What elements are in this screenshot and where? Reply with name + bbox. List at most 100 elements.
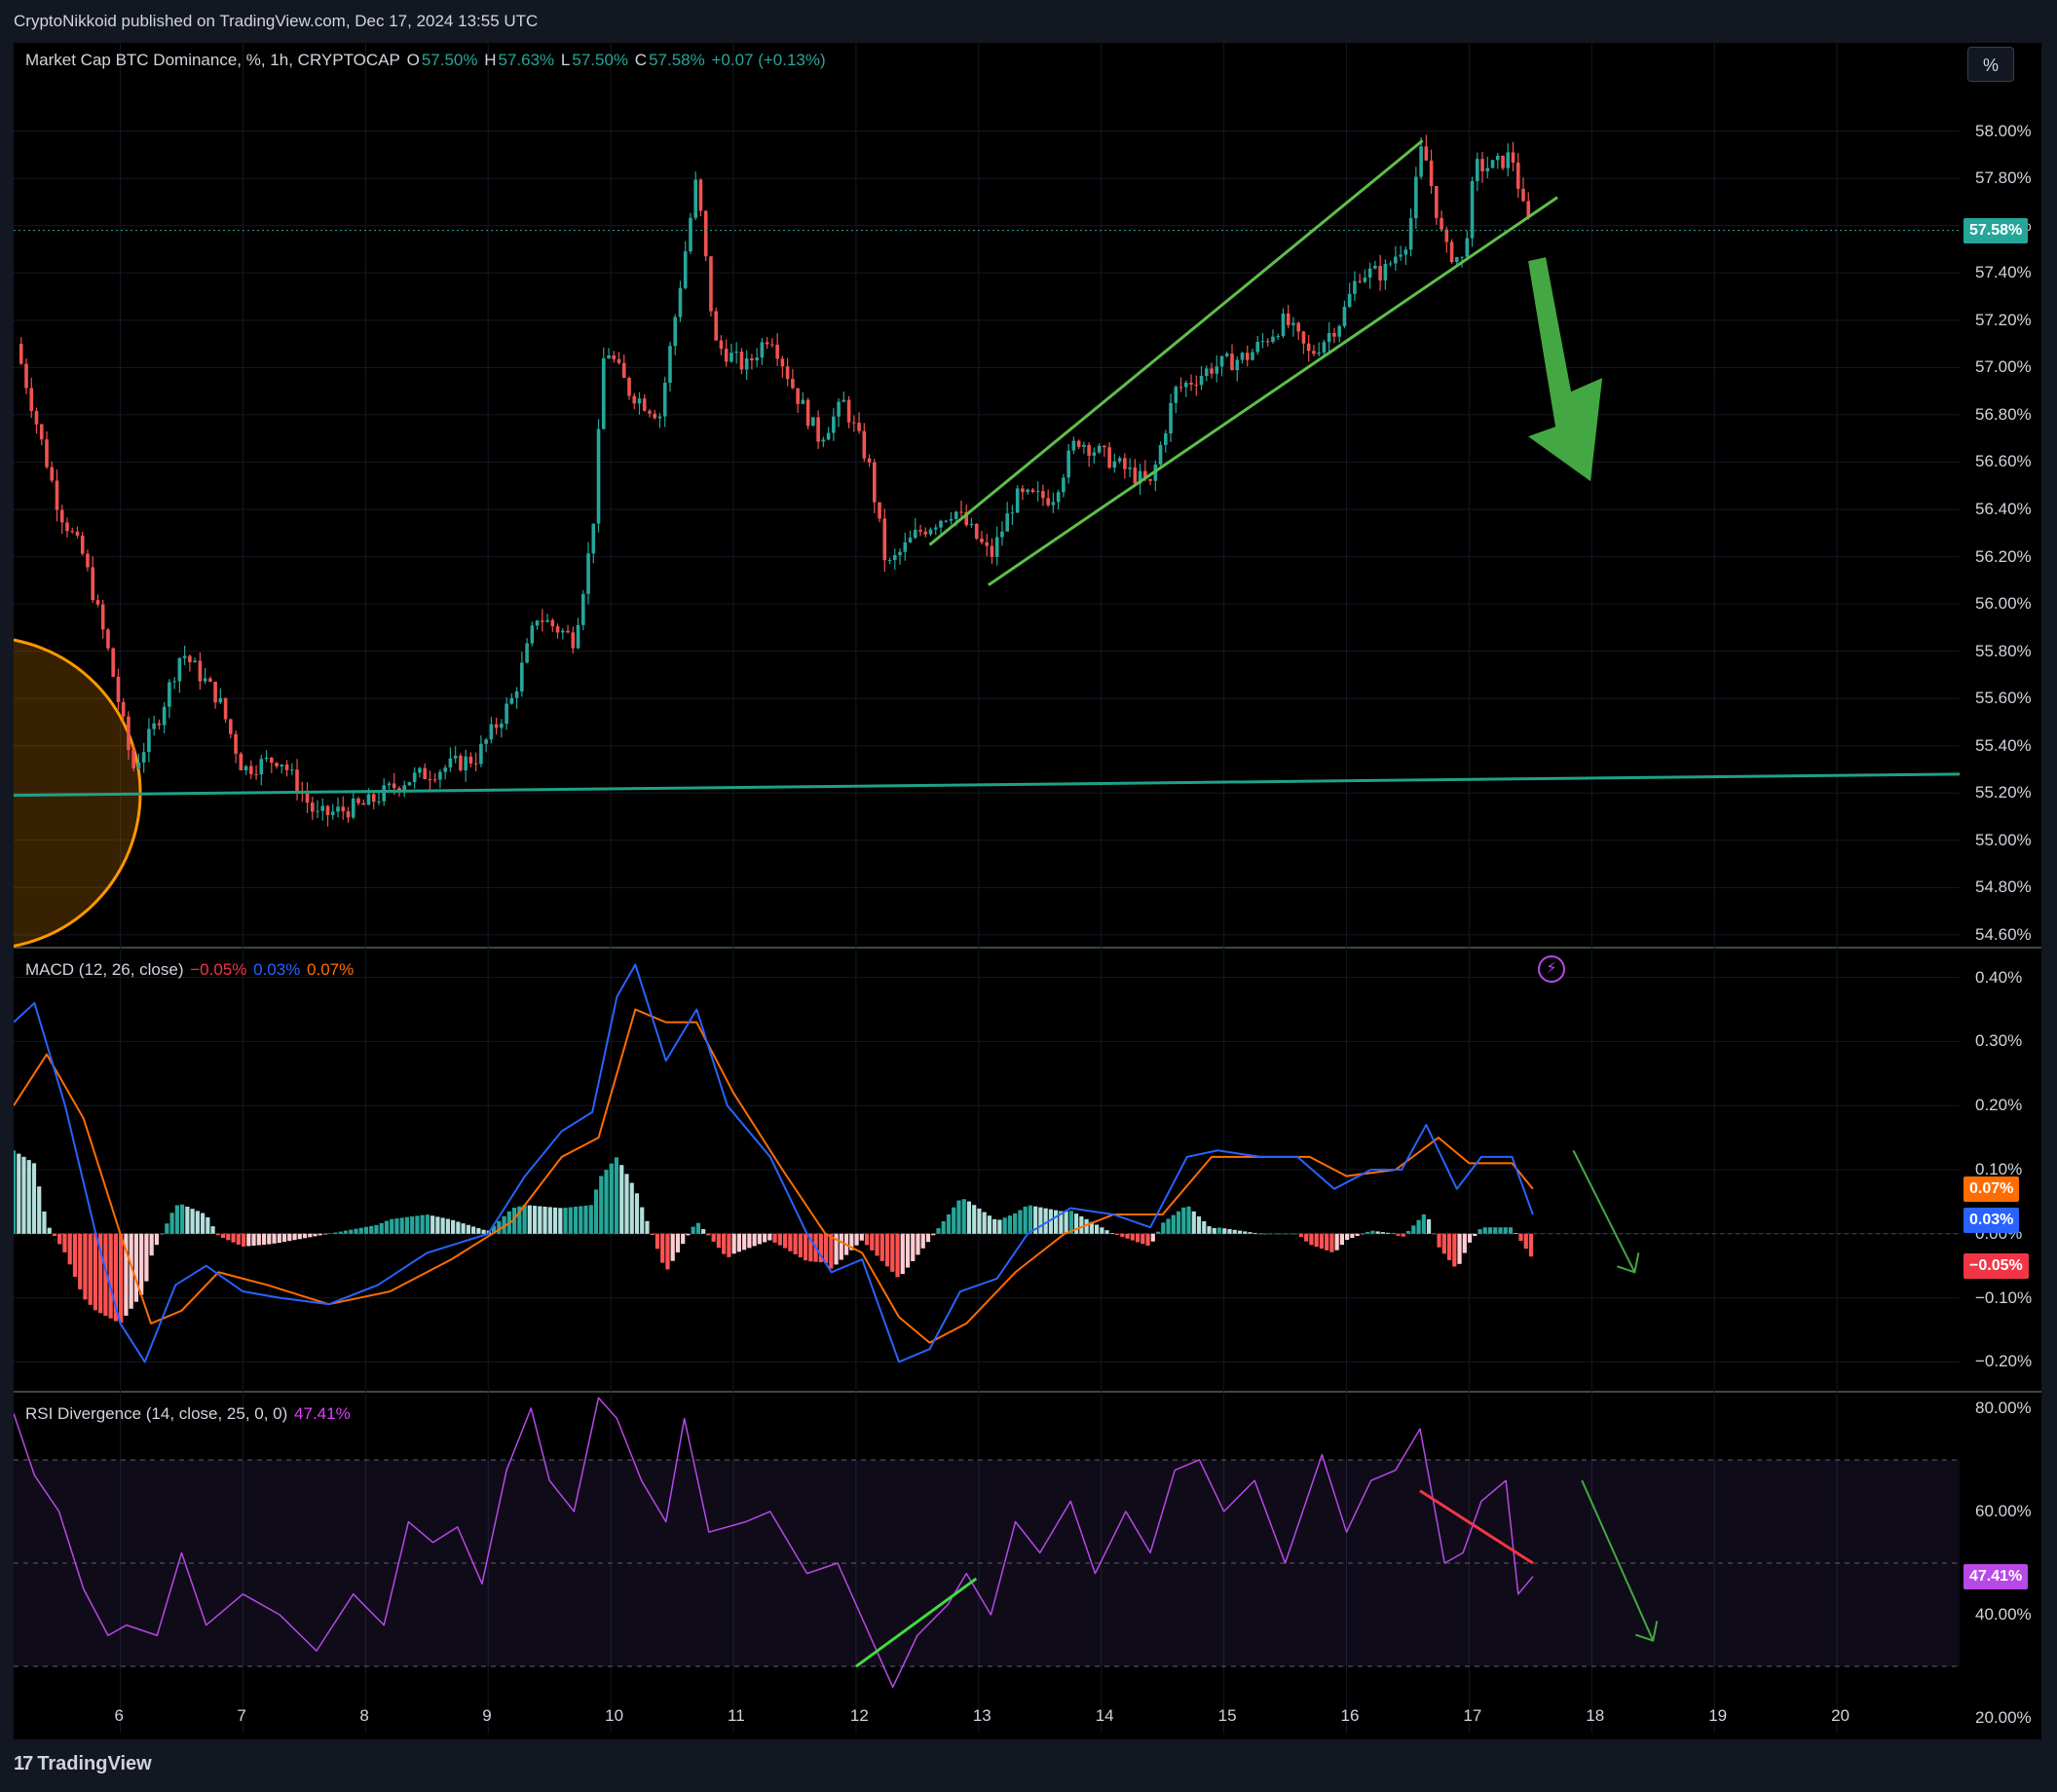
macd-hist-bar — [1514, 1233, 1518, 1234]
candle-body — [19, 344, 23, 364]
x-tick-label: 8 — [359, 1706, 369, 1725]
candle-body — [750, 357, 754, 360]
candle-body — [1317, 353, 1321, 355]
macd-hist-bar — [1411, 1225, 1416, 1234]
candle-body — [862, 430, 867, 459]
macd-hist-tag: −0.05% — [1964, 1252, 2029, 1279]
macd-hist-bar — [1304, 1233, 1309, 1242]
candle-body — [571, 632, 576, 649]
macd-hist-bar — [308, 1233, 313, 1238]
candle-body — [1521, 188, 1525, 202]
macd-hist-bar — [292, 1233, 297, 1241]
macd-hist-bar — [783, 1233, 788, 1249]
lightning-icon[interactable]: ⚡ — [1538, 955, 1565, 983]
macd-hist-bar — [966, 1201, 972, 1234]
candle-body — [1230, 354, 1234, 371]
candle-body — [121, 701, 126, 717]
candle-body — [612, 355, 617, 359]
macd-hist-bar — [579, 1206, 583, 1234]
candle-body — [1189, 382, 1193, 385]
candle-body — [535, 620, 540, 626]
tradingview-logo[interactable]: 17 TradingView — [14, 1753, 152, 1775]
candle-body — [289, 769, 294, 771]
candle-body — [928, 529, 933, 535]
macd-hist-bar — [1161, 1222, 1166, 1234]
macd-hist-bar — [956, 1200, 961, 1234]
macd-line — [14, 963, 1534, 1363]
macd-hist-bar — [165, 1223, 169, 1234]
candle-body — [561, 630, 565, 633]
macd-y-tick-label: −0.10% — [1975, 1288, 2033, 1307]
macd-hist-bar — [404, 1216, 410, 1234]
macd-hist-bar — [226, 1233, 231, 1241]
macd-hist-bar — [328, 1233, 333, 1234]
candle-body — [1399, 254, 1402, 257]
candle-body — [1424, 146, 1429, 161]
candle-body — [755, 357, 759, 360]
candle-body — [468, 756, 473, 764]
brand-name: TradingView — [37, 1753, 152, 1774]
candle-body — [985, 541, 990, 546]
chart-area[interactable]: Market Cap BTC Dominance, %, 1h, CRYPTOC… — [14, 43, 2041, 1739]
candle-body — [1388, 263, 1393, 265]
macd-hist-bar — [246, 1233, 251, 1247]
macd-hist-bar — [272, 1233, 277, 1244]
candle-body — [177, 657, 182, 682]
macd-hist-bar — [410, 1216, 415, 1234]
candle-body — [193, 660, 197, 663]
candle-body — [1174, 387, 1178, 403]
macd-hist-bar — [206, 1216, 210, 1234]
macd-hist-bar — [854, 1233, 859, 1246]
symbol-name: Market Cap BTC Dominance, %, 1h, CRYPTOC… — [25, 51, 400, 69]
candle-body — [1062, 477, 1066, 493]
macd-y-tick-label: 0.20% — [1975, 1096, 2023, 1115]
macd-hist-bar — [1171, 1214, 1176, 1234]
rsi-y-tick-label: 40.00% — [1975, 1605, 2032, 1624]
y-tick-label: 57.00% — [1975, 357, 2032, 377]
candle-body — [596, 429, 601, 524]
candle-body — [1353, 280, 1357, 294]
close-value: 57.58% — [649, 51, 705, 69]
candle-body — [1026, 489, 1029, 493]
candle-body — [218, 697, 223, 703]
macd-hist-bar — [241, 1233, 246, 1247]
macd-hist-bar — [220, 1233, 226, 1239]
macd-hist-bar — [267, 1233, 272, 1245]
macd-hist-bar — [358, 1227, 363, 1234]
candle-body — [1506, 152, 1511, 168]
candle-body — [86, 553, 90, 568]
candle-body — [944, 520, 949, 522]
macd-hist-bar — [1528, 1233, 1534, 1257]
macd-hist-bar — [476, 1228, 481, 1234]
candle-body — [162, 706, 167, 726]
candle-body — [994, 537, 999, 557]
macd-arrow-head — [1617, 1252, 1640, 1274]
macd-hist-bar — [829, 1233, 834, 1269]
candle-body — [617, 358, 621, 363]
candle-body — [1056, 492, 1061, 503]
macd-hist-bar — [563, 1208, 568, 1234]
candle-body — [744, 357, 749, 370]
unit-toggle-button[interactable]: % — [1967, 47, 2014, 82]
macd-hist-bar — [711, 1233, 716, 1242]
candle-body — [116, 676, 121, 702]
candle-body — [1363, 277, 1367, 282]
candle-body — [172, 681, 176, 683]
candle-body — [780, 358, 785, 367]
y-tick-label: 55.80% — [1975, 641, 2032, 660]
y-tick-label: 57.80% — [1975, 168, 2032, 188]
macd-hist-bar — [1503, 1227, 1508, 1234]
candle-body — [361, 803, 366, 805]
macd-hist-bar — [1257, 1233, 1263, 1235]
macd-hist-bar — [895, 1233, 900, 1278]
macd-hist-bar — [456, 1221, 461, 1234]
macd-hist-bar — [1360, 1233, 1365, 1235]
macd-hist-bar — [1222, 1228, 1227, 1234]
macd-hist-bar — [461, 1223, 466, 1234]
chart-canvas[interactable] — [14, 43, 2041, 1739]
macd-hist-bar — [451, 1219, 456, 1234]
macd-hist-bar — [1339, 1233, 1344, 1246]
candle-body — [873, 462, 877, 503]
macd-hist-bar — [169, 1213, 174, 1234]
rsi-y-tick-label: 80.00% — [1975, 1398, 2032, 1417]
